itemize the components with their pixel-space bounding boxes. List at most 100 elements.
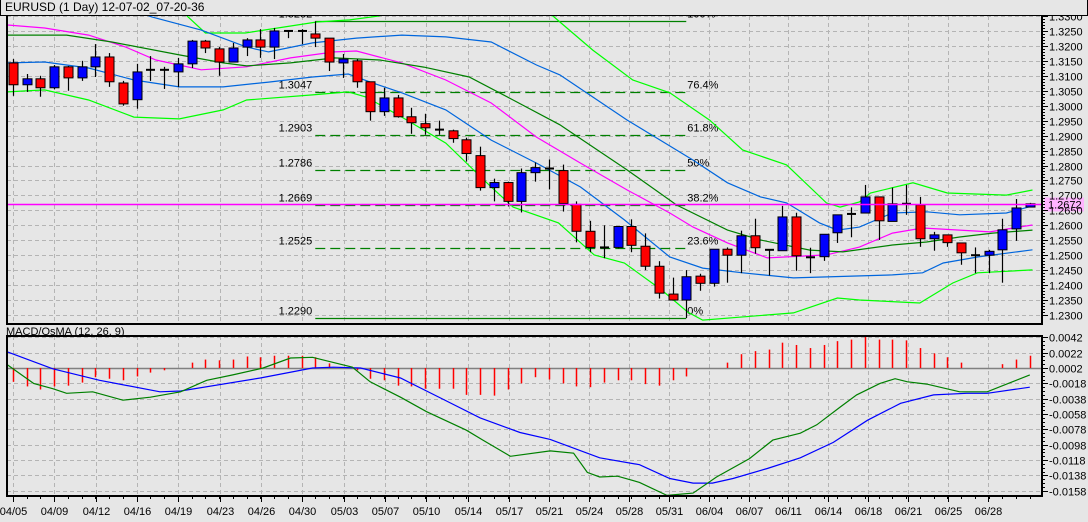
- candle-bearish: [585, 230, 596, 248]
- price-tick-label: 1.2750: [1049, 176, 1083, 188]
- price-tick-label: 1.3000: [1049, 102, 1083, 114]
- candle-bullish: [187, 40, 198, 65]
- candle-bearish: [640, 245, 651, 267]
- price-tick-label: 1.3100: [1049, 72, 1083, 84]
- candle-bearish: [420, 123, 431, 129]
- candle-bearish: [722, 248, 733, 256]
- candle-bullish: [997, 229, 1008, 251]
- candle-bullish: [516, 172, 527, 202]
- price-grid: [7, 16, 1042, 323]
- candle-bearish: [626, 225, 637, 246]
- candle-bullish: [269, 30, 280, 48]
- fib-price-label: 1.2525: [279, 236, 313, 248]
- macd-tick-label: 0.0022: [1049, 349, 1083, 361]
- candle-bullish: [228, 47, 239, 63]
- price-tick-label: 1.2650: [1049, 206, 1083, 218]
- date-tick-label: 04/30: [289, 506, 317, 518]
- candle-bearish: [558, 170, 569, 204]
- date-tick-label: 05/17: [496, 506, 524, 518]
- candlestick-series: [8, 21, 1036, 318]
- date-tick-label: 05/07: [372, 506, 400, 518]
- candle-bearish: [8, 62, 19, 86]
- signal-line: [7, 356, 1031, 496]
- fib-price-label: 1.2669: [279, 193, 313, 205]
- date-tick-label: 06/07: [736, 506, 764, 518]
- price-tick-label: 1.2300: [1049, 311, 1083, 323]
- candle-bullish: [338, 58, 349, 64]
- date-tick-label: 06/25: [935, 506, 963, 518]
- candle-bearish: [942, 234, 953, 244]
- price-tick-label: 1.2550: [1049, 236, 1083, 248]
- date-tick-label: 05/10: [413, 506, 441, 518]
- candle-bullish: [887, 203, 898, 222]
- date-tick-label: 04/09: [41, 506, 69, 518]
- candle-bearish: [255, 39, 266, 48]
- candle-bearish: [461, 139, 472, 155]
- fib-price-label: 1.2290: [279, 306, 313, 318]
- price-tick-label: 1.3250: [1049, 27, 1083, 39]
- date-tick-label: 05/21: [536, 506, 564, 518]
- date-axis: 04/05 04/09 04/12 04/16 04/19 04/23 04/26 04/30…: [0, 496, 1031, 518]
- candle-bearish: [915, 204, 926, 240]
- price-tick-label: 1.2400: [1049, 281, 1083, 293]
- price-tick-label: 1.3200: [1049, 42, 1083, 54]
- macd-tick-label: -0.0058: [1049, 410, 1086, 422]
- candle-bullish: [832, 214, 843, 234]
- date-tick-label: 05/14: [455, 506, 483, 518]
- price-tick-label: 1.2950: [1049, 117, 1083, 129]
- candle-bullish: [819, 233, 830, 258]
- candle-bearish: [668, 293, 679, 301]
- candle-bearish: [393, 97, 404, 118]
- macd-tick-label: -0.0038: [1049, 395, 1086, 407]
- macd-line: [7, 351, 1030, 484]
- candle-bullish: [984, 250, 995, 256]
- price-tick-label: 1.2450: [1049, 266, 1083, 278]
- date-tick-label: 04/26: [248, 506, 276, 518]
- date-tick-label: 06/14: [815, 506, 843, 518]
- price-tick-label: 1.2600: [1049, 221, 1083, 233]
- date-tick-label: 06/21: [895, 506, 923, 518]
- price-tick-label: 1.2800: [1049, 162, 1083, 174]
- candle-bullish: [379, 97, 390, 113]
- macd-tick-label: -0.0118: [1049, 456, 1086, 468]
- candle-bullish: [173, 63, 184, 73]
- macd-grid: [7, 336, 1042, 496]
- date-tick-label: 06/28: [975, 506, 1003, 518]
- date-tick-label: 05/24: [576, 506, 604, 518]
- indicator-overlays: [7, 16, 1033, 321]
- fib-price-label: 1.2903: [279, 123, 313, 135]
- candle-bearish: [475, 155, 486, 189]
- price-tick-label: 1.2350: [1049, 296, 1083, 308]
- candle-bullish: [77, 66, 88, 79]
- date-tick-label: 06/18: [855, 506, 883, 518]
- macd-axis: 0.0042 0.0022 0.0002 -0.0018 -0.0038 -0.0058 -…: [1042, 333, 1086, 499]
- fib-percent-label: 76.4%: [687, 80, 718, 92]
- candle-bullish: [242, 39, 253, 48]
- macd-tick-label: 0.0002: [1049, 364, 1083, 376]
- date-tick-label: 05/03: [331, 506, 359, 518]
- candle-bearish: [118, 82, 129, 105]
- candle-bullish: [777, 216, 788, 252]
- candle-bullish: [132, 71, 143, 101]
- candle-bearish: [104, 56, 115, 83]
- candle-bullish: [530, 167, 541, 174]
- candle-bearish: [352, 60, 363, 83]
- chart-title: EURUSD (1 Day) 12-07-02_07-20-36: [5, 0, 205, 14]
- date-tick-label: 04/23: [207, 506, 235, 518]
- candle-bearish: [791, 216, 802, 257]
- chart-canvas: 1.3282100%1.304776.4%1.290361.8%1.278650…: [0, 12, 1086, 519]
- candle-bearish: [750, 235, 761, 249]
- candle-bearish: [654, 265, 665, 294]
- fib-price-label: 1.3047: [279, 80, 313, 92]
- candle-bearish: [956, 242, 967, 254]
- candle-bearish: [406, 116, 417, 124]
- fib-percent-label: 38.2%: [687, 193, 718, 205]
- date-tick-label: 05/28: [616, 506, 644, 518]
- candle-bullish: [22, 78, 33, 86]
- date-tick-label: 04/05: [0, 506, 27, 518]
- price-tick-label: 1.2500: [1049, 251, 1083, 263]
- candle-bullish: [929, 234, 940, 240]
- macd-tick-label: -0.0158: [1049, 487, 1086, 499]
- macd-tick-label: -0.0098: [1049, 441, 1086, 453]
- osma-histogram: [12, 336, 1032, 396]
